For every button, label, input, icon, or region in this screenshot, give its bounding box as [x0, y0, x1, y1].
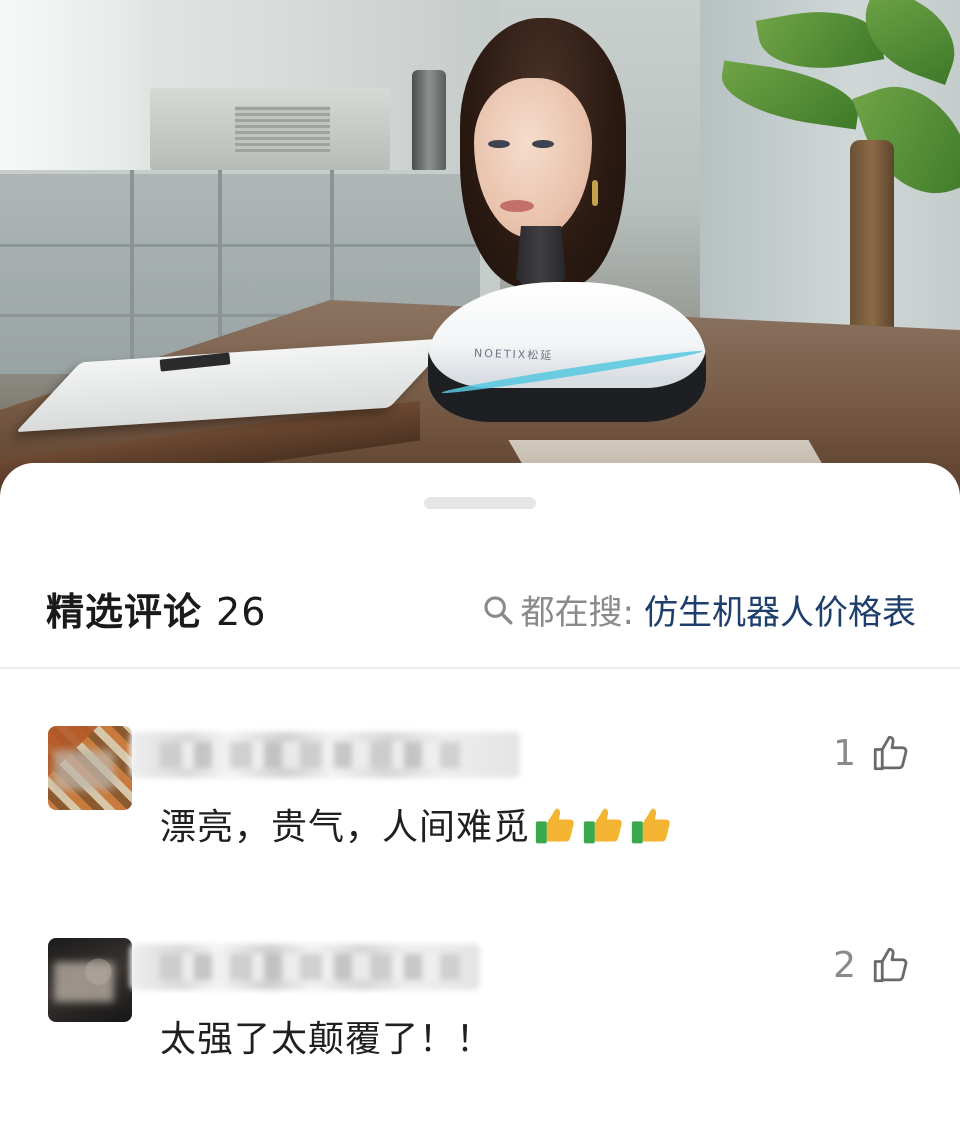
plant-trunk [850, 140, 894, 350]
like-button[interactable]: 1 [833, 732, 912, 774]
comment-text: 漂亮，贵气，人间难觅 [160, 798, 674, 850]
comment-text: 太强了太颠覆了！！ [160, 1010, 493, 1062]
blurred-username [130, 944, 480, 990]
robot-bust-base [428, 282, 706, 422]
search-hint-term[interactable]: 仿生机器人价格表 [644, 585, 916, 634]
thumbs-up-icon [535, 808, 574, 844]
comments-header: 精选评论 26 都在搜: 仿生机器人价格表 [0, 571, 960, 649]
avatar[interactable] [48, 938, 132, 1022]
window-light [0, 0, 140, 180]
comments-title: 精选评论 26 [46, 581, 266, 636]
like-count: 1 [833, 732, 856, 774]
comment-body: 太强了太颠覆了！！ [160, 1019, 494, 1060]
comment-body: 漂亮，贵气，人间难觅 [160, 807, 531, 848]
robot-eye [532, 140, 554, 148]
robot-eye [488, 140, 510, 148]
comments-sheet: 精选评论 26 都在搜: 仿生机器人价格表 1 漂亮，贵气，人间难觅 2 太强了… [0, 463, 960, 1142]
thumbs-up-outline-icon [873, 735, 908, 771]
background-radio [150, 88, 390, 170]
comments-count: 26 [216, 590, 267, 634]
comment-item: 2 太强了太颠覆了！！ [0, 938, 960, 1078]
avatar-mosaic [54, 962, 114, 1002]
robot-earring [592, 180, 598, 206]
background-vase [412, 70, 446, 170]
trending-search-link[interactable]: 都在搜: 仿生机器人价格表 [481, 585, 916, 634]
comments-title-label: 精选评论 [46, 590, 203, 634]
thumbs-up-icon [583, 808, 622, 844]
thumbs-up-outline-icon [873, 947, 908, 983]
comment-item: 1 漂亮，贵气，人间难觅 [0, 726, 960, 866]
avatar-mosaic [54, 750, 114, 790]
robot-brand-text: NOETIX松延 [473, 346, 554, 363]
like-count: 2 [833, 944, 856, 986]
avatar[interactable] [48, 726, 132, 810]
hero-image: NOETIX松延 [0, 0, 960, 500]
like-button[interactable]: 2 [833, 944, 912, 986]
robot-lips [500, 200, 534, 212]
shelf-divider [130, 170, 134, 370]
search-hint-label: 都在搜: [520, 593, 634, 633]
header-divider [0, 667, 960, 669]
sheet-drag-handle[interactable] [424, 497, 536, 509]
search-icon [483, 595, 512, 624]
thumbs-up-icon [631, 808, 670, 844]
blurred-username [130, 732, 520, 778]
